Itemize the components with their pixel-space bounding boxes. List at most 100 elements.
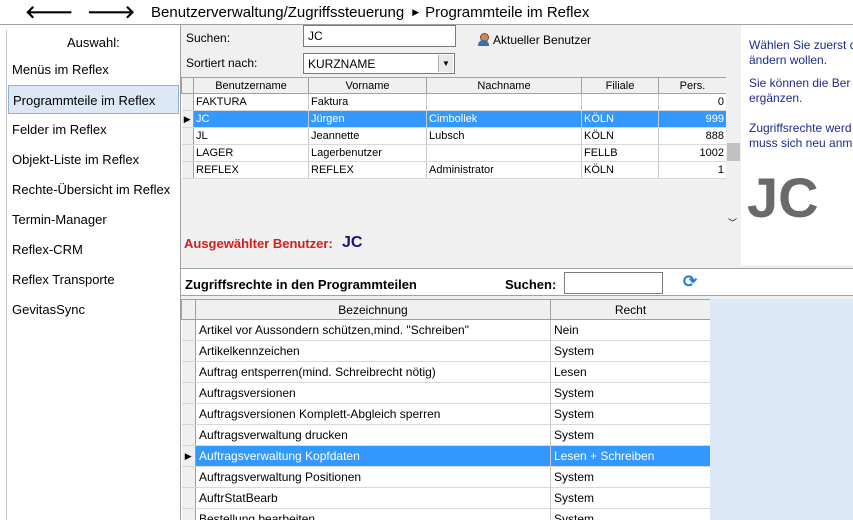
info-panel: Wählen Sie zuerst d ändern wollen. Sie k…: [741, 25, 853, 265]
user-search-input[interactable]: [303, 25, 456, 47]
info-text-4: ergänzen.: [749, 91, 803, 105]
row-indicator[interactable]: [181, 508, 196, 520]
cell-pers: 1: [658, 161, 727, 179]
row-indicator[interactable]: [181, 424, 196, 446]
row-indicator[interactable]: [181, 361, 196, 383]
rights-header: Zugriffsrechte in den Programmteilen Suc…: [181, 268, 853, 296]
rights-title: Zugriffsrechte in den Programmteilen: [185, 277, 417, 292]
cell-nachname: [426, 93, 582, 111]
column-header-recht[interactable]: Recht: [550, 299, 711, 320]
column-header-benutzername[interactable]: Benutzername: [193, 77, 309, 94]
table-row[interactable]: LAGER Lagerbenutzer FELLB 1002: [181, 144, 727, 162]
cell-name: Artikelkennzeichen: [195, 340, 551, 362]
table-row[interactable]: Artikel vor Aussondern schützen,mind. "S…: [181, 319, 711, 341]
column-header-filiale[interactable]: Filiale: [581, 77, 659, 94]
cell-filiale: KÖLN: [581, 127, 659, 145]
rights-panel: Zugriffsrechte in den Programmteilen Suc…: [181, 265, 853, 520]
cell-pers: 999: [658, 110, 727, 128]
cell-name: AuftrStatBearb: [195, 487, 551, 509]
cell-name: Auftrag entsperren(mind. Schreibrecht nö…: [195, 361, 551, 383]
sidebar-item[interactable]: Programmteile im Reflex: [8, 85, 179, 114]
cell-benutzer: JL: [193, 127, 309, 145]
column-header-pers[interactable]: Pers.: [658, 77, 727, 94]
table-row[interactable]: Auftragsversionen Komplett-Abgleich sper…: [181, 403, 711, 425]
cell-vorname: REFLEX: [308, 161, 427, 179]
cell-recht: Lesen + Schreiben: [550, 445, 711, 467]
cell-recht: System: [550, 508, 711, 520]
sidebar-item[interactable]: Reflex-CRM: [8, 235, 179, 264]
cell-name: Auftragsversionen: [195, 382, 551, 404]
row-indicator[interactable]: [181, 466, 196, 488]
sidebar-item[interactable]: Reflex Transporte: [8, 265, 179, 294]
current-user-button[interactable]: Aktueller Benutzer: [478, 33, 591, 47]
table-row[interactable]: JL Jeannette Lubsch KÖLN 888: [181, 127, 727, 145]
rights-table: Bezeichnung Recht Artikel vor Aussondern…: [181, 299, 711, 520]
cell-name: Auftragsverwaltung Kopfdaten: [195, 445, 551, 467]
top-bar: 🡐 🡒 Benutzerverwaltung/Zugriffssteuerung…: [0, 0, 853, 25]
row-indicator[interactable]: [181, 161, 194, 179]
column-header-bezeichnung[interactable]: Bezeichnung: [195, 299, 551, 320]
cell-pers: 1002: [658, 144, 727, 162]
table-row[interactable]: Bestellung bearbeiten System: [181, 508, 711, 520]
table-row[interactable]: Auftragsverwaltung Positionen System: [181, 466, 711, 488]
row-pointer-icon[interactable]: ▶: [181, 110, 194, 128]
table-row[interactable]: ▶ JC Jürgen Cimbollek KÖLN 999: [181, 110, 727, 128]
breadcrumb: Benutzerverwaltung/Zugriffssteuerung ▶ Pro…: [151, 4, 589, 21]
scroll-down-icon[interactable]: ﹀: [728, 216, 737, 229]
table-row[interactable]: AuftrStatBearb System: [181, 487, 711, 509]
row-indicator[interactable]: [181, 382, 196, 404]
cell-recht: System: [550, 382, 711, 404]
table-row[interactable]: FAKTURA Faktura 0: [181, 93, 727, 111]
column-header-vorname[interactable]: Vorname: [308, 77, 427, 94]
cell-name: Auftragsverwaltung Positionen: [195, 466, 551, 488]
row-indicator[interactable]: [181, 319, 196, 341]
row-pointer-icon[interactable]: ▶: [181, 445, 196, 467]
sort-select[interactable]: KURZNAME ▼: [303, 53, 455, 74]
info-text-5: Zugriffsrechte werd: [749, 121, 852, 135]
scrollbar-thumb[interactable]: [727, 143, 740, 161]
cell-name: Artikel vor Aussondern schützen,mind. "S…: [195, 319, 551, 341]
row-indicator-header: [181, 299, 196, 320]
table-row[interactable]: Artikelkennzeichen System: [181, 340, 711, 362]
rights-search-input[interactable]: [564, 272, 663, 294]
breadcrumb-item: Programmteile im Reflex: [425, 4, 590, 21]
cell-recht: System: [550, 403, 711, 425]
cell-vorname: Jeannette: [308, 127, 427, 145]
table-row[interactable]: REFLEX REFLEX Administrator KÖLN 1: [181, 161, 727, 179]
sidebar-item[interactable]: Menüs im Reflex: [8, 55, 179, 84]
sidebar-item[interactable]: Felder im Reflex: [8, 115, 179, 144]
table-row[interactable]: ▶ Auftragsverwaltung Kopfdaten Lesen + Sch…: [181, 445, 711, 467]
row-indicator[interactable]: [181, 93, 194, 111]
cell-name: Bestellung bearbeiten: [195, 508, 551, 520]
table-row[interactable]: Auftrag entsperren(mind. Schreibrecht nö…: [181, 361, 711, 383]
cell-benutzer: REFLEX: [193, 161, 309, 179]
row-indicator[interactable]: [181, 144, 194, 162]
chevron-down-icon[interactable]: ▼: [438, 55, 453, 72]
sidebar-item[interactable]: GevitasSync: [8, 295, 179, 324]
sidebar-item[interactable]: Termin-Manager: [8, 205, 179, 234]
sidebar-item[interactable]: Rechte-Übersicht im Reflex: [8, 175, 179, 204]
table-row[interactable]: Auftragsversionen System: [181, 382, 711, 404]
row-indicator[interactable]: [181, 487, 196, 509]
user-table: Benutzername Vorname Nachname Filiale Pe…: [181, 77, 727, 179]
refresh-icon[interactable]: ⟳: [681, 273, 699, 291]
forward-arrow-icon[interactable]: 🡒: [87, 2, 135, 22]
row-indicator[interactable]: [181, 403, 196, 425]
row-indicator[interactable]: [181, 340, 196, 362]
cell-recht: System: [550, 466, 711, 488]
column-header-nachname[interactable]: Nachname: [426, 77, 582, 94]
info-text-3: Sie können die Ber: [749, 76, 851, 90]
sidebar-divider: [6, 30, 7, 520]
row-indicator[interactable]: [181, 127, 194, 145]
cell-filiale: FELLB: [581, 144, 659, 162]
back-arrow-icon[interactable]: 🡐: [25, 2, 73, 22]
user-table-scrollbar[interactable]: ﹀: [726, 77, 741, 229]
cell-filiale: [581, 93, 659, 111]
sort-label: Sortiert nach:: [186, 56, 258, 70]
user-icon: [478, 33, 489, 46]
info-text-2: ändern wollen.: [749, 53, 828, 67]
table-row[interactable]: Auftragsverwaltung drucken System: [181, 424, 711, 446]
cell-nachname: Lubsch: [426, 127, 582, 145]
sidebar-item[interactable]: Objekt-Liste im Reflex: [8, 145, 179, 174]
breadcrumb-item[interactable]: Benutzerverwaltung/Zugriffssteuerung: [151, 4, 404, 21]
